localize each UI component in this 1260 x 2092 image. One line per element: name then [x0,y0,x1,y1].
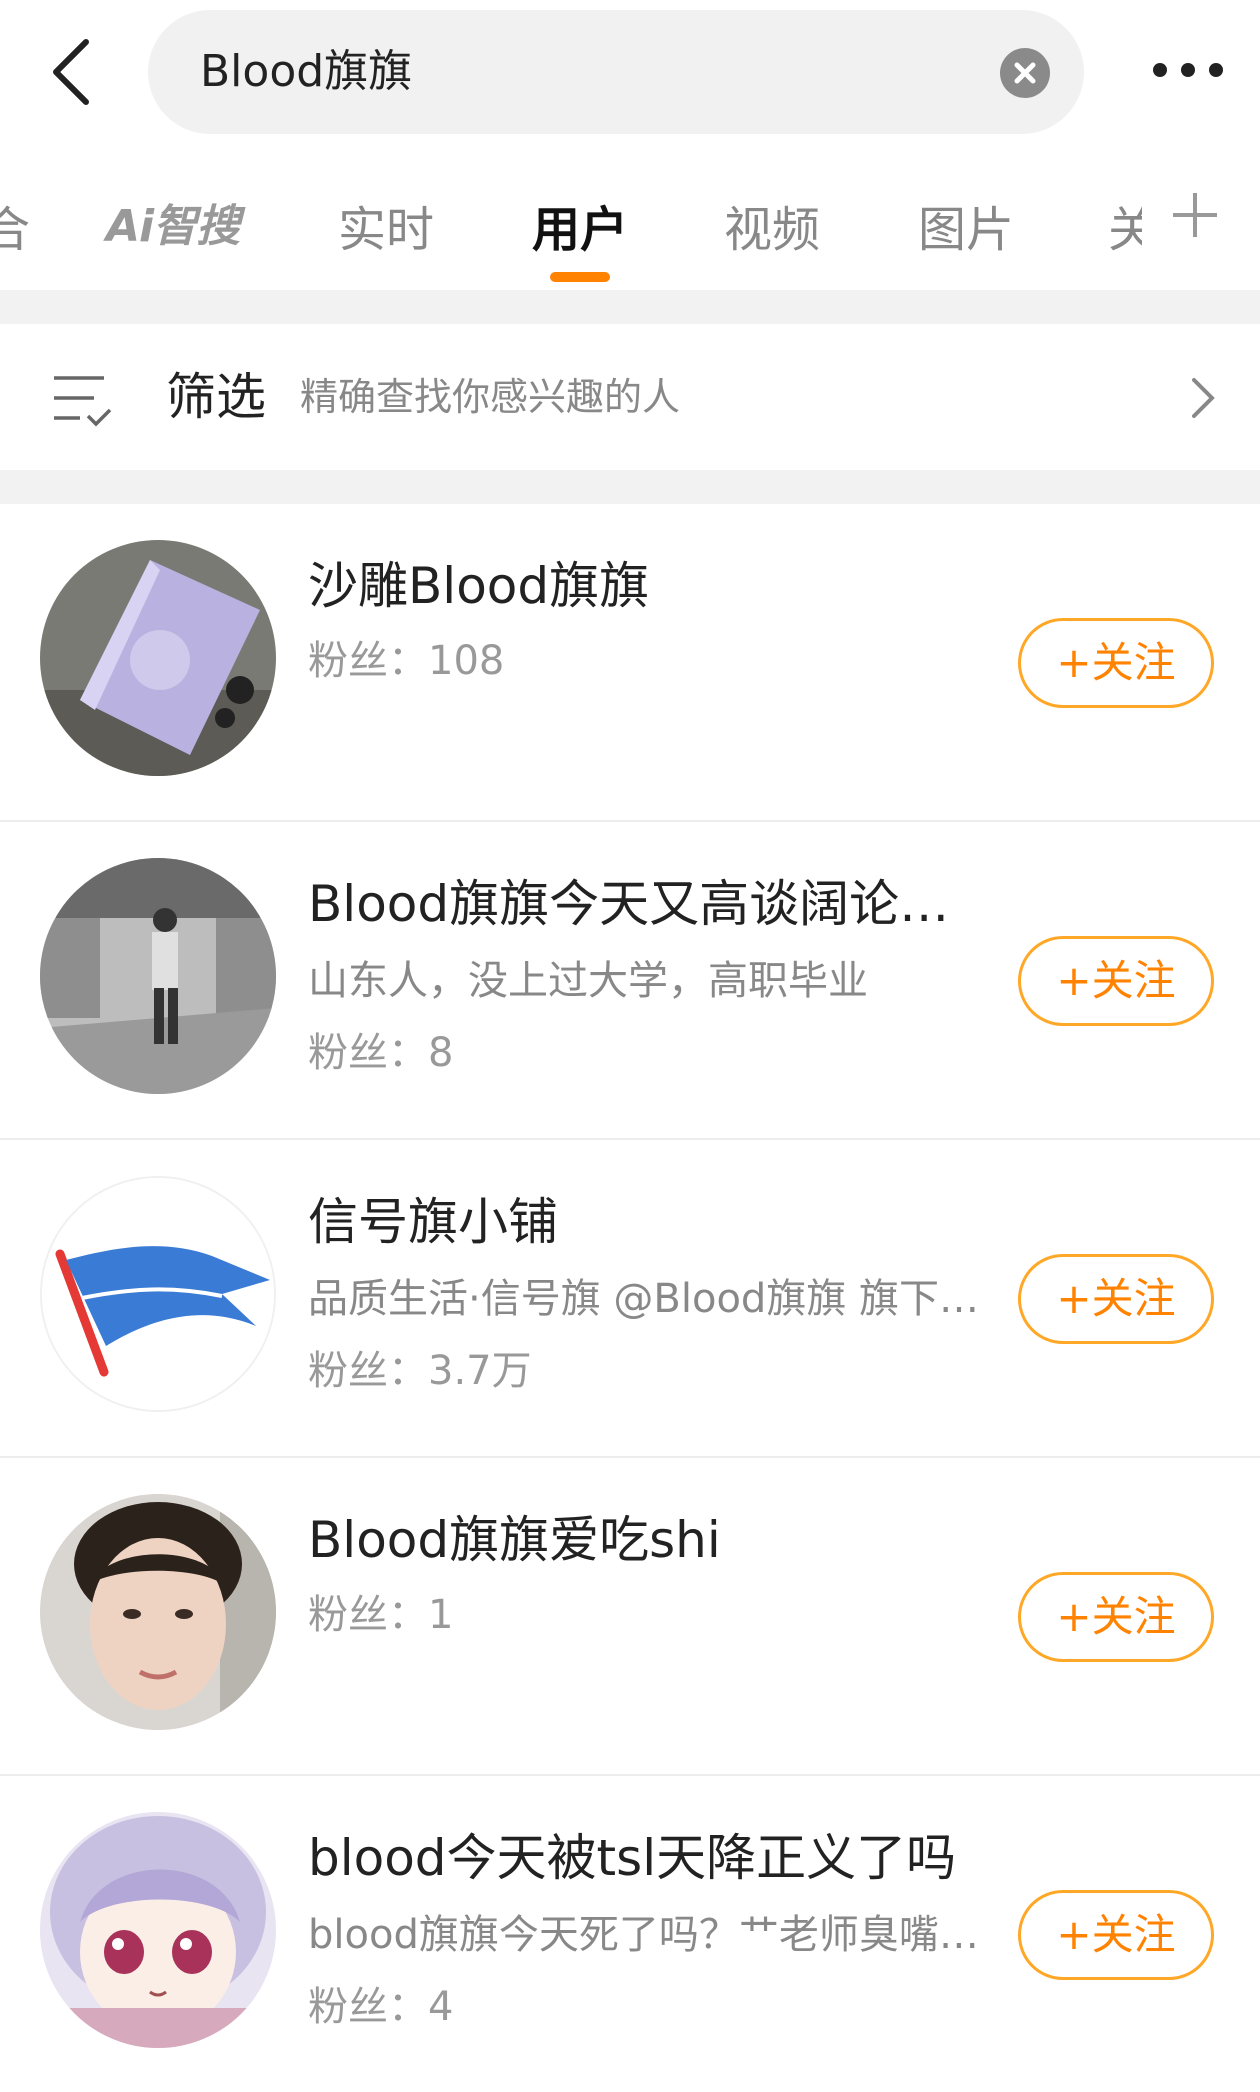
user-name[interactable]: Blood旗旗今天又高谈阔论… [308,864,949,936]
user-row[interactable]: Blood旗旗爱吃shi 粉丝：1 +关注 [0,1458,1260,1776]
search-query[interactable]: Blood旗旗 [200,10,412,134]
chevron-right-icon [1188,376,1218,420]
search-tabs: 合 Ai智搜 实时 用户 视频 图片 关 [0,150,1260,288]
user-row[interactable]: Blood旗旗今天又高谈阔论… 山东人，没上过大学，高职毕业 粉丝：8 +关注 [0,822,1260,1140]
active-tab-indicator [550,272,610,282]
search-header: Blood旗旗 [0,0,1260,145]
user-row[interactable]: blood今天被tsl天降正义了吗 blood旗旗今天死了吗？艹老师臭嘴… 粉丝… [0,1776,1260,2092]
avatar[interactable] [40,1176,276,1412]
user-bio: 山东人，没上过大学，高职毕业 [308,958,868,1004]
tab-ai-search[interactable]: Ai智搜 [106,190,240,254]
follow-button[interactable]: +关注 [1018,1254,1214,1344]
search-input[interactable]: Blood旗旗 [148,10,1084,134]
tab-images[interactable]: 图片 [918,190,1014,260]
filter-subtitle: 精确查找你感兴趣的人 [300,375,681,419]
follow-button[interactable]: +关注 [1018,1890,1214,1980]
follow-button[interactable]: +关注 [1018,1572,1214,1662]
more-icon[interactable] [1148,50,1228,90]
user-row[interactable]: 沙雕Blood旗旗 粉丝：108 +关注 [0,504,1260,822]
filter-title: 筛选 [166,368,266,426]
avatar[interactable] [40,1812,276,2048]
tab-video[interactable]: 视频 [724,190,820,260]
fans-count: 粉丝：1 [308,1592,454,1638]
filter-icon [52,372,112,428]
divider [0,290,1260,324]
avatar[interactable] [40,540,276,776]
follow-button[interactable]: +关注 [1018,618,1214,708]
divider [0,470,1260,504]
tab-composite[interactable]: 合 [0,190,30,260]
user-row[interactable]: 信号旗小铺 品质生活·信号旗 @Blood旗旗 旗下… 粉丝：3.7万 +关注 [0,1140,1260,1458]
user-bio: blood旗旗今天死了吗？艹老师臭嘴… [308,1912,979,1958]
back-icon[interactable] [44,32,104,112]
tab-users[interactable]: 用户 [532,190,628,260]
user-name[interactable]: 信号旗小铺 [308,1182,558,1254]
user-bio: 品质生活·信号旗 @Blood旗旗 旗下… [308,1276,980,1322]
user-name[interactable]: blood今天被tsl天降正义了吗 [308,1818,956,1890]
fans-count: 粉丝：108 [308,638,505,684]
tab-partial[interactable]: 关 [1108,190,1142,260]
fans-count: 粉丝：3.7万 [308,1348,532,1394]
fans-count: 粉丝：8 [308,1030,454,1076]
user-name[interactable]: 沙雕Blood旗旗 [308,546,649,618]
user-name[interactable]: Blood旗旗爱吃shi [308,1500,721,1572]
avatar[interactable] [40,1494,276,1730]
clear-icon[interactable] [1000,48,1050,98]
avatar[interactable] [40,858,276,1094]
filter-row[interactable]: 筛选 精确查找你感兴趣的人 [0,324,1260,470]
follow-button[interactable]: +关注 [1018,936,1214,1026]
fans-count: 粉丝：4 [308,1984,454,2030]
add-tab-icon[interactable] [1170,190,1220,240]
tab-realtime[interactable]: 实时 [338,190,434,260]
